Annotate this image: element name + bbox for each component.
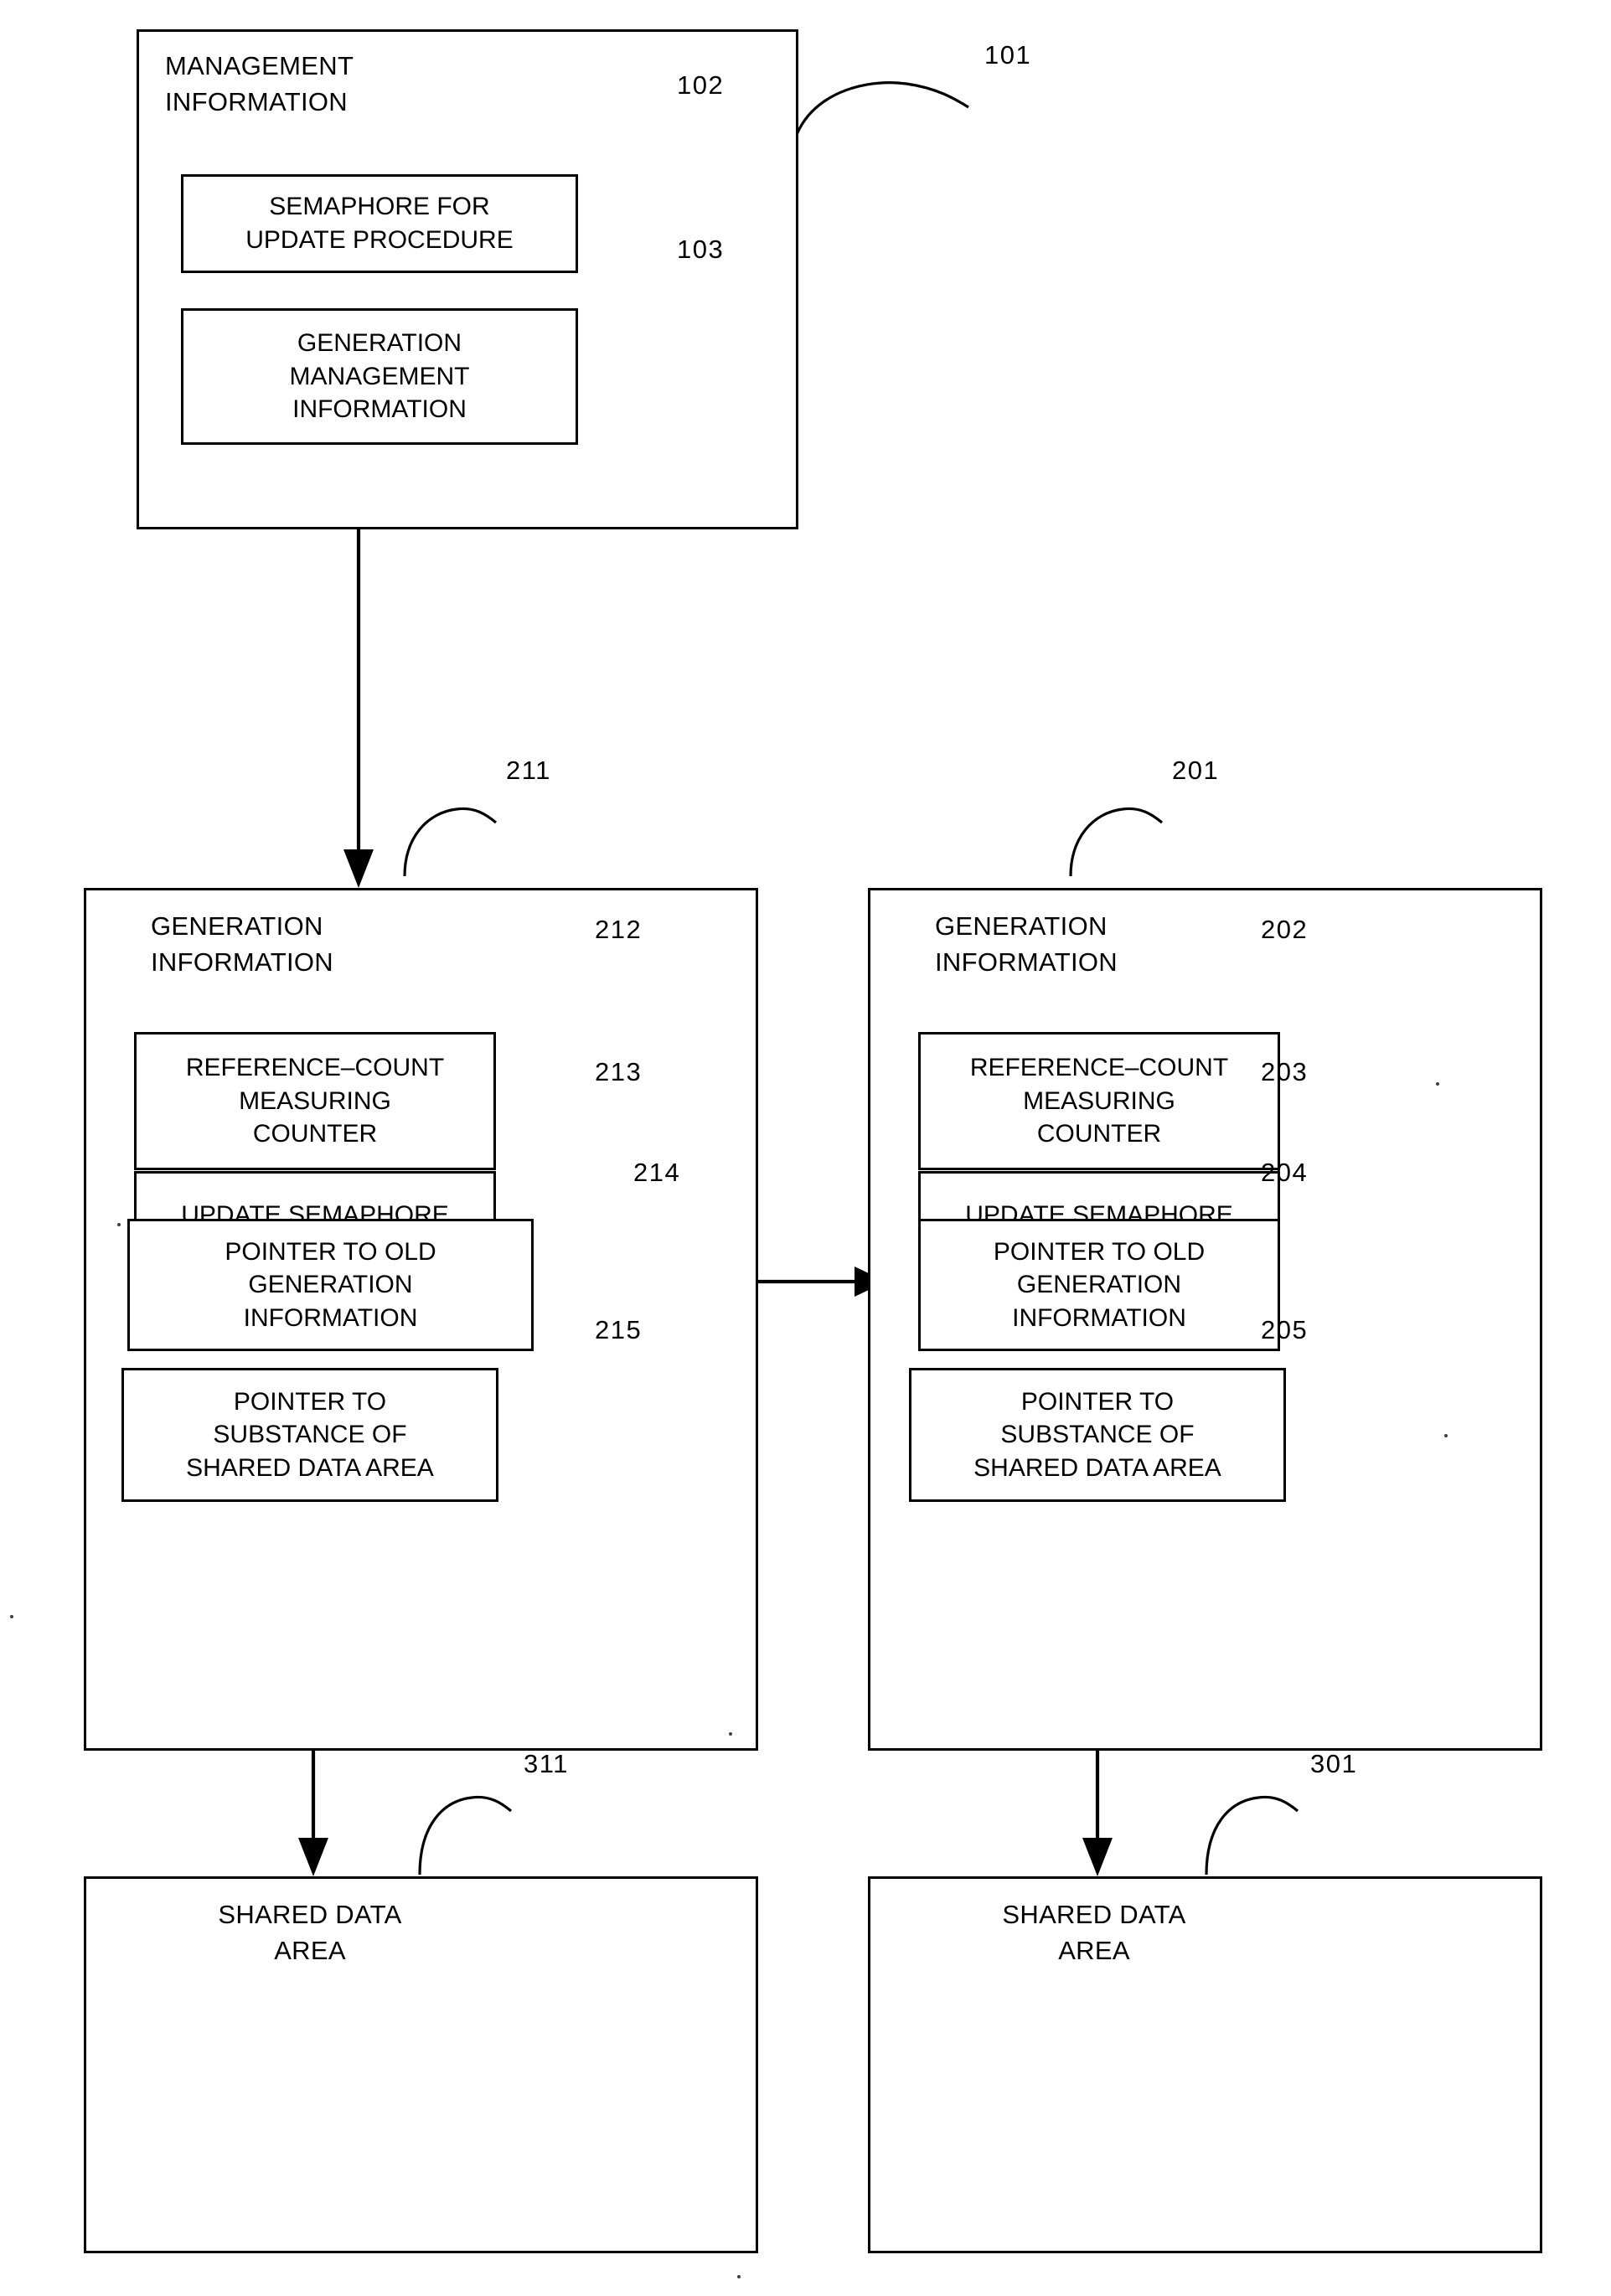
arrow-head-right-to-shared-data (1082, 1838, 1113, 1876)
ref-201: 201 (1172, 756, 1220, 785)
leader-line-201 (1069, 807, 1164, 877)
semaphore-for-update-procedure-label: SEMAPHORE FOR UPDATE PROCEDURE (245, 193, 514, 254)
management-information-title: MANAGEMENT INFORMATION (165, 51, 354, 116)
shared-data-area-title-311: SHARED DATA AREA (218, 1900, 402, 1965)
ref-214: 214 (633, 1158, 681, 1187)
scan-speck (737, 2275, 741, 2278)
ref-101: 101 (984, 40, 1032, 70)
semaphore-for-update-procedure-field: SEMAPHORE FOR UPDATE PROCEDURE (181, 174, 578, 273)
generation-management-information-field: GENERATION MANAGEMENT INFORMATION (181, 308, 578, 445)
ref-311: 311 (524, 1749, 569, 1778)
pointer-to-old-generation-information-214: POINTER TO OLD GENERATION INFORMATION (127, 1219, 534, 1351)
pointer-to-substance-of-shared-data-area-label-205: POINTER TO SUBSTANCE OF SHARED DATA AREA (973, 1387, 1221, 1482)
leader-line-211 (403, 807, 498, 877)
pointer-to-old-generation-information-label-204: POINTER TO OLD GENERATION INFORMATION (993, 1237, 1206, 1332)
ref-204: 204 (1261, 1158, 1309, 1187)
ref-203: 203 (1261, 1057, 1309, 1086)
pointer-to-old-generation-information-204: POINTER TO OLD GENERATION INFORMATION (918, 1219, 1280, 1351)
scan-speck (1444, 1434, 1448, 1437)
reference-count-measuring-counter-label-202: REFERENCE–COUNT MEASURING COUNTER (969, 1054, 1229, 1148)
leader-line-101 (789, 81, 969, 167)
ref-211: 211 (506, 756, 551, 785)
scan-speck (729, 1732, 732, 1736)
pointer-to-substance-of-shared-data-area-label-215: POINTER TO SUBSTANCE OF SHARED DATA AREA (186, 1387, 434, 1482)
scan-speck (10, 1615, 13, 1618)
leader-line-311 (418, 1795, 513, 1875)
scan-speck (117, 1223, 121, 1226)
generation-information-title-211: GENERATION INFORMATION (151, 911, 333, 977)
ref-102: 102 (677, 70, 725, 100)
shared-data-area-title-301: SHARED DATA AREA (1002, 1900, 1186, 1965)
ref-205: 205 (1261, 1315, 1309, 1344)
ref-301: 301 (1310, 1749, 1358, 1778)
generation-management-information-label: GENERATION MANAGEMENT INFORMATION (289, 329, 470, 424)
reference-count-measuring-counter-202: REFERENCE–COUNT MEASURING COUNTER (918, 1032, 1280, 1170)
pointer-to-substance-of-shared-data-area-205: POINTER TO SUBSTANCE OF SHARED DATA AREA (909, 1368, 1286, 1502)
arrow-head-management-to-generation (343, 849, 374, 888)
pointer-to-old-generation-information-label-214: POINTER TO OLD GENERATION INFORMATION (225, 1237, 436, 1332)
ref-212: 212 (595, 915, 643, 944)
reference-count-measuring-counter-label-212: REFERENCE–COUNT MEASURING COUNTER (185, 1054, 445, 1148)
ref-202: 202 (1261, 915, 1309, 944)
ref-103: 103 (677, 235, 725, 264)
arrow-head-left-to-shared-data (298, 1838, 328, 1876)
pointer-to-substance-of-shared-data-area-215: POINTER TO SUBSTANCE OF SHARED DATA AREA (121, 1368, 498, 1502)
reference-count-measuring-counter-212: REFERENCE–COUNT MEASURING COUNTER (134, 1032, 496, 1170)
patent-figure: MANAGEMENT INFORMATION SEMAPHORE FOR UPD… (0, 0, 1611, 2296)
leader-line-301 (1205, 1795, 1299, 1875)
ref-215: 215 (595, 1315, 643, 1344)
scan-speck (1436, 1082, 1439, 1086)
ref-213: 213 (595, 1057, 643, 1086)
